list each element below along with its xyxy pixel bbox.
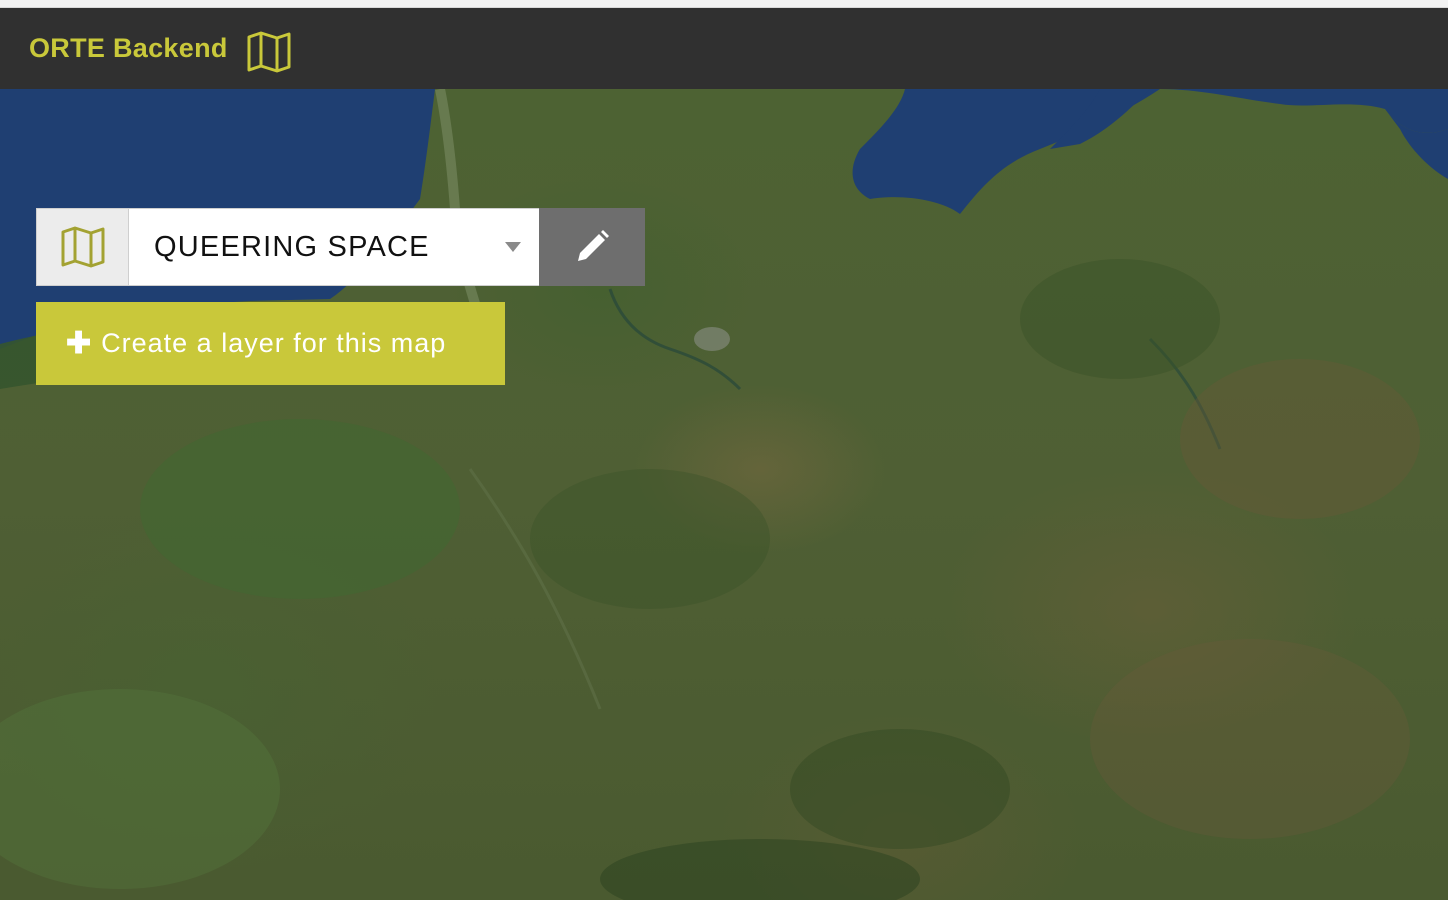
app-header: ORTE Backend	[0, 8, 1448, 89]
map-icon-button[interactable]	[36, 208, 129, 286]
app-title[interactable]: ORTE Backend	[29, 33, 228, 64]
map-select-dropdown[interactable]: QUEERING SPACE	[129, 208, 539, 286]
pencil-icon	[578, 230, 609, 261]
selected-map-name: QUEERING SPACE	[154, 230, 430, 263]
edit-map-button[interactable]	[539, 208, 645, 286]
map-selector-toolbar: QUEERING SPACE	[36, 208, 645, 286]
caret-down-icon	[505, 242, 521, 252]
create-layer-button[interactable]: ✚ Create a layer for this map	[36, 302, 505, 385]
create-layer-label: Create a layer for this map	[101, 328, 447, 358]
map-icon	[61, 226, 104, 268]
browser-top-strip	[0, 0, 1448, 8]
map-icon	[246, 29, 292, 72]
plus-icon: ✚	[66, 326, 92, 360]
